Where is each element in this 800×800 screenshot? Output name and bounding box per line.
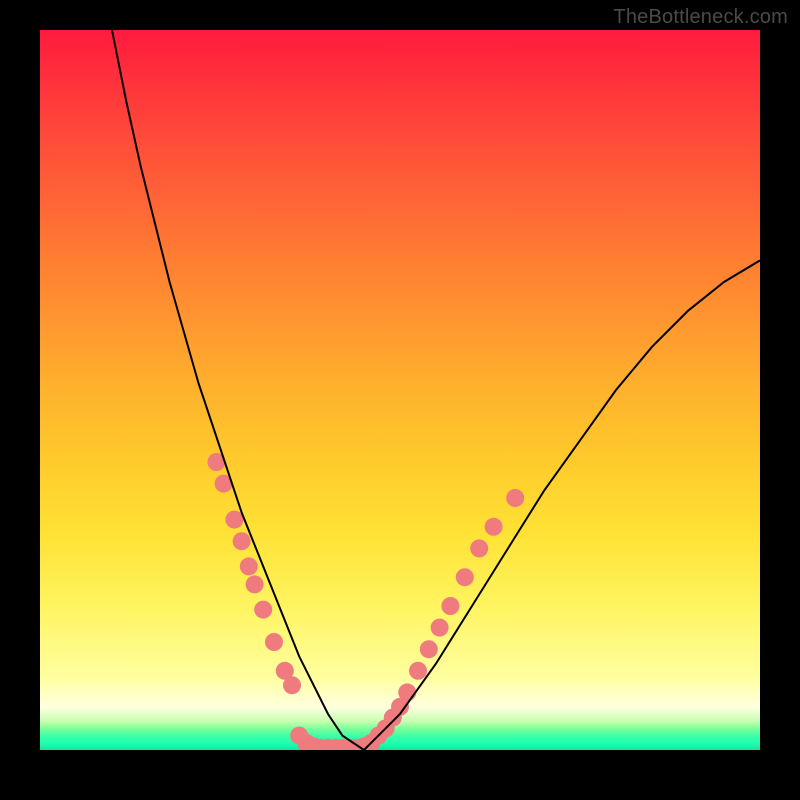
marker-dot: [441, 597, 459, 615]
plot-area: [40, 30, 760, 750]
marker-dot: [254, 601, 272, 619]
marker-dot: [283, 676, 301, 694]
marker-dot: [420, 640, 438, 658]
marker-dot: [233, 532, 251, 550]
markers-group: [207, 453, 524, 750]
marker-dot: [470, 539, 488, 557]
watermark-text: TheBottleneck.com: [613, 6, 788, 29]
marker-dot: [409, 662, 427, 680]
chart-overlay: [40, 30, 760, 750]
marker-dot: [246, 575, 264, 593]
marker-dot: [398, 683, 416, 701]
marker-dot: [485, 518, 503, 536]
marker-dot: [265, 633, 283, 651]
marker-dot: [506, 489, 524, 507]
marker-dot: [240, 557, 258, 575]
marker-dot: [225, 511, 243, 529]
marker-dot: [456, 568, 474, 586]
bottleneck-curve: [112, 30, 760, 750]
marker-dot: [431, 619, 449, 637]
chart-frame: TheBottleneck.com: [0, 0, 800, 800]
